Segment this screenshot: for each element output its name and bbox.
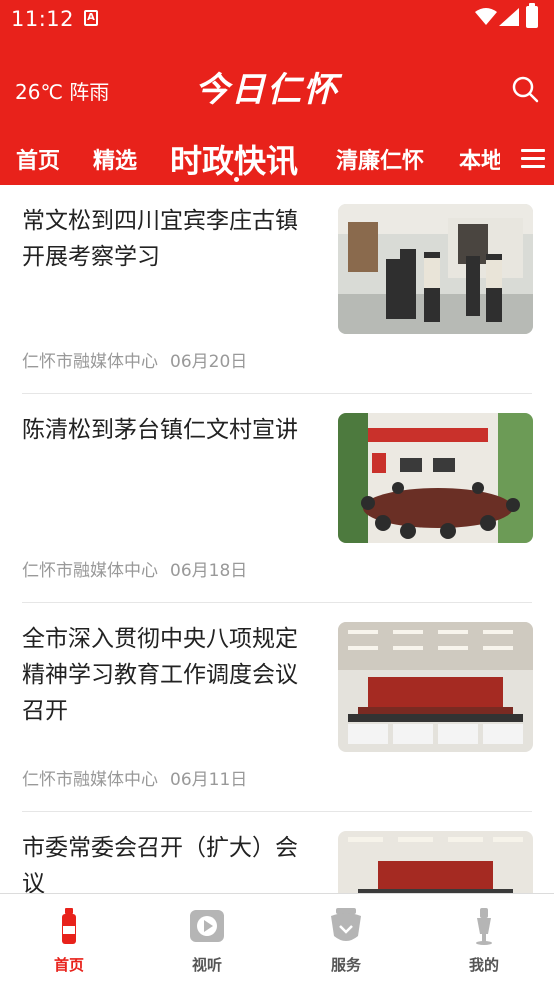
- header: 11:12 A 26℃ 阵雨 今日仁怀 首页 精选 时政快讯 清廉仁怀 本地: [0, 0, 554, 185]
- battery-icon: [526, 3, 538, 28]
- nav-video[interactable]: 视听: [167, 904, 247, 976]
- tab-local[interactable]: 本地: [459, 143, 503, 175]
- play-icon: [190, 910, 224, 942]
- news-source: 仁怀市融媒体中心: [22, 770, 158, 790]
- notification-a-icon: A: [84, 10, 98, 26]
- signal-icon: [499, 8, 519, 26]
- weather-label: 26℃ 阵雨: [15, 80, 110, 104]
- search-icon[interactable]: [511, 75, 539, 103]
- news-meta: 仁怀市融媒体中心 06月20日: [22, 347, 247, 372]
- news-title: 全市深入贯彻中央八项规定精神学习教育工作调度会议召开: [22, 626, 298, 724]
- menu-icon[interactable]: [521, 149, 545, 169]
- active-tab-indicator: [234, 177, 239, 182]
- news-meta: 仁怀市融媒体中心 06月11日: [22, 765, 247, 790]
- profile-icon: [476, 908, 492, 945]
- news-item[interactable]: 全市深入贯彻中央八项规定精神学习教育工作调度会议召开 仁怀市融媒体中心 06月11…: [0, 603, 554, 812]
- news-date: 06月11日: [170, 770, 248, 790]
- nav-home-label: 首页: [53, 956, 84, 974]
- nav-video-label: 视听: [191, 956, 222, 974]
- news-source: 仁怀市融媒体中心: [22, 352, 158, 372]
- category-tabs: 首页 精选 时政快讯 清廉仁怀 本地: [0, 133, 554, 185]
- nav-home[interactable]: 首页: [29, 904, 109, 976]
- news-thumbnail-image: [338, 204, 533, 334]
- news-thumbnail-image: [338, 831, 533, 893]
- news-date: 06月20日: [170, 352, 248, 372]
- news-meta: 仁怀市融媒体中心 06月18日: [22, 556, 247, 581]
- news-source: 仁怀市融媒体中心: [22, 561, 158, 581]
- service-icon: [331, 908, 361, 941]
- bottom-navigation: 首页 视听 服务 我的: [0, 893, 554, 985]
- news-title: 陈清松到茅台镇仁文村宣讲: [22, 417, 298, 443]
- news-item[interactable]: 市委常委会召开（扩大）会议: [0, 812, 554, 893]
- wifi-icon: [475, 8, 497, 25]
- status-time: 11:12: [11, 7, 75, 31]
- tab-politics-news[interactable]: 时政快讯: [170, 136, 298, 182]
- app-screen: 11:12 A 26℃ 阵雨 今日仁怀 首页 精选 时政快讯 清廉仁怀 本地 常…: [0, 0, 554, 985]
- nav-profile[interactable]: 我的: [444, 904, 524, 976]
- tab-home[interactable]: 首页: [16, 143, 60, 175]
- app-logo: 今日仁怀: [195, 70, 339, 110]
- status-bar: 11:12 A: [0, 0, 554, 38]
- home-bottle-icon: [62, 908, 76, 944]
- tab-clean-renhuai[interactable]: 清廉仁怀: [336, 143, 424, 175]
- news-thumbnail-image: [338, 413, 533, 543]
- nav-service[interactable]: 服务: [306, 904, 386, 976]
- news-list: 常文松到四川宜宾李庄古镇开展考察学习 仁怀市融媒体中心 06月20日 陈清松到茅…: [0, 185, 554, 893]
- nav-service-label: 服务: [330, 956, 361, 974]
- nav-profile-label: 我的: [468, 956, 499, 974]
- news-title: 市委常委会召开（扩大）会议: [22, 835, 298, 893]
- news-item[interactable]: 常文松到四川宜宾李庄古镇开展考察学习 仁怀市融媒体中心 06月20日: [0, 185, 554, 394]
- news-title: 常文松到四川宜宾李庄古镇开展考察学习: [22, 208, 298, 270]
- news-item[interactable]: 陈清松到茅台镇仁文村宣讲 仁怀市融媒体中心 06月18日: [0, 394, 554, 603]
- tab-featured[interactable]: 精选: [93, 143, 137, 175]
- news-date: 06月18日: [170, 561, 248, 581]
- news-thumbnail-image: [338, 622, 533, 752]
